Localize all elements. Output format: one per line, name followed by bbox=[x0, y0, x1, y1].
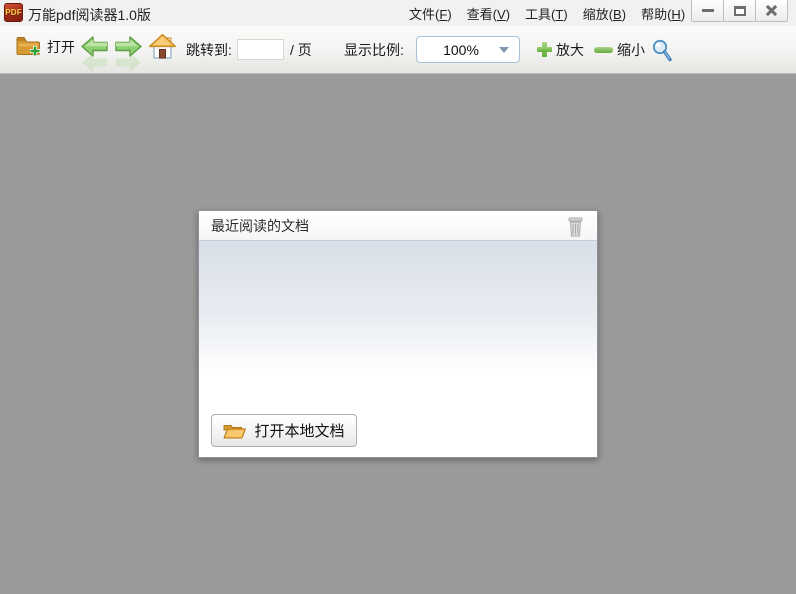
trash-icon bbox=[566, 217, 585, 238]
open-local-document-button[interactable]: 打开本地文档 bbox=[211, 414, 357, 447]
folder-add-icon bbox=[16, 35, 43, 58]
minimize-button[interactable] bbox=[691, 0, 724, 22]
menu-view[interactable]: 查看(V) bbox=[464, 2, 513, 25]
window-controls bbox=[692, 0, 788, 22]
home-icon bbox=[148, 33, 177, 62]
minus-icon[interactable] bbox=[594, 47, 613, 53]
maximize-button[interactable] bbox=[723, 0, 756, 22]
home-button[interactable] bbox=[148, 33, 177, 67]
menu-zoom[interactable]: 缩放(B) bbox=[580, 2, 629, 25]
zoom-in-button[interactable]: 放大 bbox=[556, 41, 584, 59]
menu-tools[interactable]: 工具(T) bbox=[522, 2, 571, 25]
forward-button[interactable] bbox=[113, 35, 143, 65]
chevron-down-icon bbox=[499, 47, 509, 53]
recent-documents-dialog: 最近阅读的文档 bbox=[198, 210, 598, 458]
arrow-left-reflection bbox=[80, 50, 110, 74]
open-folder-icon bbox=[223, 422, 246, 440]
open-button[interactable]: 打开 bbox=[16, 35, 75, 58]
magnifier-icon bbox=[651, 39, 673, 63]
minimize-icon bbox=[702, 9, 714, 12]
arrow-right-reflection bbox=[113, 50, 143, 74]
recent-documents-header: 最近阅读的文档 bbox=[199, 211, 597, 241]
close-icon bbox=[765, 4, 778, 17]
recent-documents-list: 打开本地文档 bbox=[199, 241, 597, 457]
page-suffix-label: / 页 bbox=[290, 41, 312, 59]
title-bar: PDF 万能pdf阅读器1.0版 文件(F) 查看(V) 工具(T) 缩放(B)… bbox=[0, 0, 796, 26]
back-button[interactable] bbox=[80, 35, 110, 65]
scale-dropdown-value: 100% bbox=[417, 42, 499, 58]
open-local-document-label: 打开本地文档 bbox=[254, 420, 344, 441]
scale-dropdown[interactable]: 100% bbox=[416, 36, 520, 63]
menu-bar: 文件(F) 查看(V) 工具(T) 缩放(B) 帮助(H) bbox=[406, 0, 688, 26]
document-canvas: 最近阅读的文档 bbox=[0, 74, 796, 594]
menu-help[interactable]: 帮助(H) bbox=[638, 2, 688, 25]
recent-documents-title: 最近阅读的文档 bbox=[199, 216, 309, 236]
jump-to-input[interactable] bbox=[237, 39, 284, 60]
close-button[interactable] bbox=[755, 0, 788, 22]
open-button-label: 打开 bbox=[47, 37, 75, 57]
scale-label: 显示比例: bbox=[344, 41, 404, 59]
menu-file[interactable]: 文件(F) bbox=[406, 2, 455, 25]
maximize-icon bbox=[734, 6, 746, 16]
zoom-out-button[interactable]: 缩小 bbox=[617, 41, 645, 59]
toolbar: 打开 bbox=[0, 26, 796, 74]
app-window: PDF 万能pdf阅读器1.0版 文件(F) 查看(V) 工具(T) 缩放(B)… bbox=[0, 0, 796, 594]
window-title: 万能pdf阅读器1.0版 bbox=[28, 5, 151, 25]
jump-to-label: 跳转到: bbox=[186, 41, 232, 59]
search-button[interactable] bbox=[651, 39, 673, 68]
plus-icon[interactable] bbox=[537, 42, 552, 57]
clear-recent-button[interactable] bbox=[563, 215, 587, 239]
pdf-app-icon: PDF bbox=[4, 3, 23, 22]
